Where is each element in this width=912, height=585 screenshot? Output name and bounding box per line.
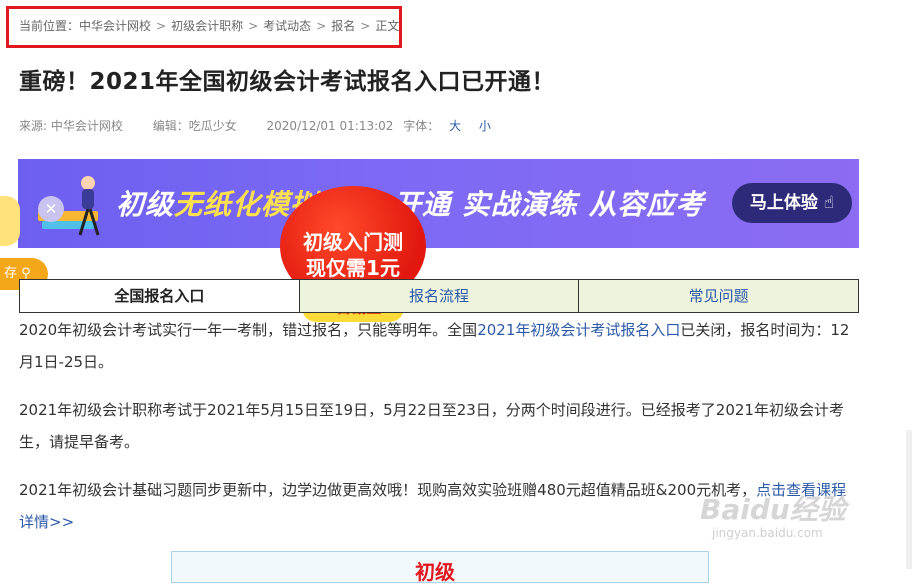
promo-line1: 初级入门测 [303, 230, 403, 254]
breadcrumb: 当前位置：中华会计网校 > 初级会计职称 > 考试动态 > 报名 > 正文 [6, 6, 402, 48]
paragraph-2: 2021年初级会计职称考试于2021年5月15日至19日，5月22日至23日，分… [19, 401, 844, 451]
tab-signup-process[interactable]: 报名流程 [298, 280, 579, 312]
article-tabs: 全国报名入口 报名流程 常见问题 [19, 279, 859, 313]
banner-cta-label: 马上体验 [749, 193, 818, 213]
breadcrumb-item-current: 正文 [375, 19, 400, 33]
breadcrumb-item-news[interactable]: 考试动态 [263, 19, 311, 33]
pointer-icon: ☝ [823, 193, 835, 213]
close-icon[interactable]: ✕ [38, 196, 64, 222]
page-title: 重磅！2021年全国初级会计考试报名入口已开通！ [19, 69, 556, 95]
signup-entry-link[interactable]: 2021年初级会计考试报名入口 [477, 321, 680, 339]
mascot-icon [0, 196, 20, 246]
article-date: 2020/12/01 01:13:02 [266, 119, 394, 133]
watermark-brand: Baidu经验 [700, 493, 846, 526]
promo-line2: 现仅需1元 [306, 256, 400, 280]
banner-text-prefix: 初级 [116, 188, 175, 221]
watermark-url: jingyan.baidu.com [712, 526, 823, 540]
tab-faq[interactable]: 常见问题 [578, 280, 859, 312]
breadcrumb-prefix: 当前位置： [19, 19, 80, 33]
breadcrumb-item-home[interactable]: 中华会计网校 [79, 19, 151, 33]
banner-text-suffix: 开通 实战演练 从容应考 [393, 188, 705, 221]
course-box-title: 初级 [415, 560, 455, 584]
tab-signup-entry[interactable]: 全国报名入口 [20, 280, 299, 312]
right-sidebar-edge [906, 430, 912, 569]
breadcrumb-item-junior[interactable]: 初级会计职称 [171, 19, 243, 33]
article-meta: 来源: 中华会计网校 编辑：吃瓜少女 2020/12/01 01:13:02 字… [19, 117, 505, 134]
promo-banner[interactable]: 初级无纸化模拟 开通 实战演练 从容应考 马上体验 ☝ [18, 159, 859, 248]
breadcrumb-item-signup[interactable]: 报名 [331, 19, 355, 33]
paragraph-1: 2020年初级会计考试实行一年一考制，错过报名，只能等明年。全国2021年初级会… [19, 314, 854, 378]
banner-cta-button[interactable]: 马上体验 ☝ [732, 183, 852, 223]
font-large-link[interactable]: 大 [449, 119, 461, 133]
baidu-watermark: Baidu经验 jingyan.baidu.com [700, 488, 870, 548]
float-tab-label: 存 [4, 266, 18, 281]
article-editor: 编辑：吃瓜少女 [152, 119, 237, 133]
font-small-link[interactable]: 小 [479, 119, 491, 133]
article-source: 来源: 中华会计网校 [19, 119, 123, 133]
breadcrumb-separator: > [360, 19, 371, 33]
breadcrumb-separator: > [248, 19, 259, 33]
breadcrumb-separator: > [316, 19, 327, 33]
course-box: 初级 [171, 551, 709, 584]
font-size-label: 字体： [403, 119, 440, 133]
paragraph-text: 2020年初级会计考试实行一年一考制，错过报名，只能等明年。全国 [19, 321, 478, 339]
paragraph-text: 2021年初级会计基础习题同步更新中，边学边做更高效哦！现购高效实验班赠480元… [19, 481, 757, 499]
breadcrumb-separator: > [156, 19, 167, 33]
